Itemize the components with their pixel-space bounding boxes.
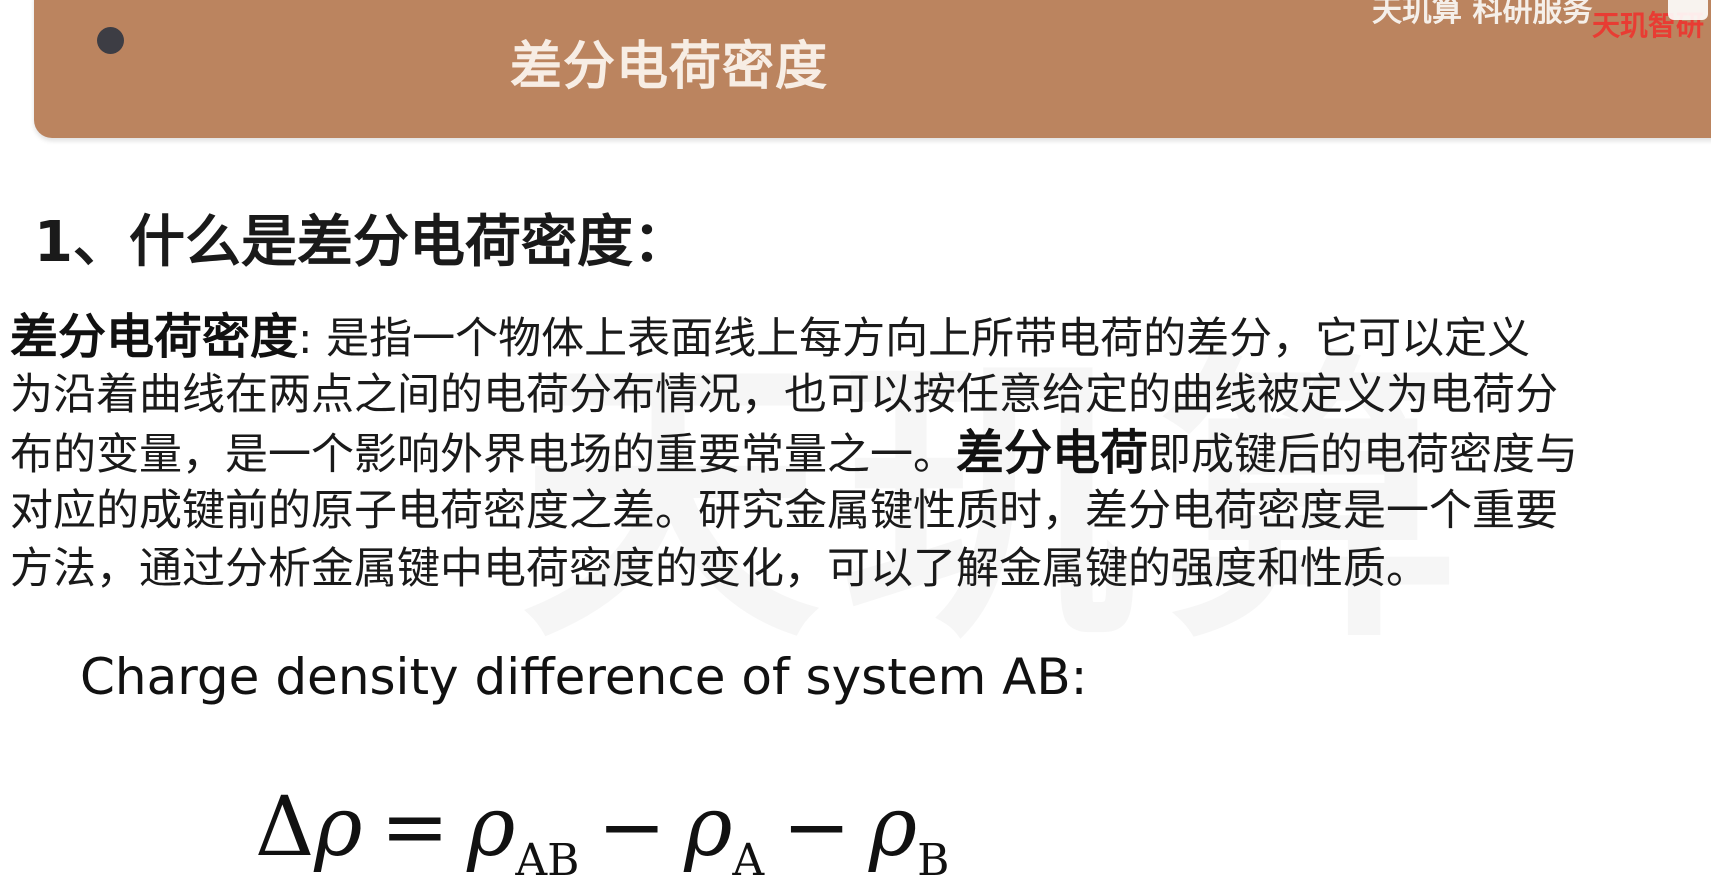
subscript-ab: AB (515, 835, 580, 886)
definition-paragraph: 差分电荷密度: 是指一个物体上表面线上每方向上所带电荷的差分，它可以定义 为沿着… (10, 308, 1710, 598)
watermark-text: 天玑算 科研服务 (1372, 0, 1593, 29)
slide-title: 差分电荷密度 (510, 37, 829, 97)
formula-caption: Charge density difference of system AB: (80, 648, 1088, 706)
term-differential-charge: 差分电荷 (956, 425, 1149, 481)
subscript-b: B (917, 835, 950, 886)
paragraph-line-5: 方法，通过分析金属键中电荷密度的变化，可以了解金属键的强度和性质。 (10, 544, 1429, 594)
rho-symbol: ρ (314, 780, 363, 875)
rho-symbol: ρ (684, 780, 733, 875)
paragraph-line-4: 对应的成键前的原子电荷密度之差。研究金属键性质时，差分电荷密度是一个重要 (10, 486, 1558, 536)
rho-symbol: ρ (467, 780, 516, 875)
subscript-a: A (732, 835, 765, 886)
watermark-logo-icon (1668, 0, 1708, 20)
section-heading: 1、什么是差分电荷密度： (34, 210, 689, 275)
equals-sign: = (380, 780, 450, 875)
paragraph-line-1: 差分电荷密度: 是指一个物体上表面线上每方向上所带电荷的差分，它可以定义 (10, 309, 1531, 365)
bullet-dot (97, 27, 124, 54)
paragraph-line-2: 为沿着曲线在两点之间的电荷分布情况，也可以按任意给定的曲线被定义为电荷分 (10, 370, 1558, 420)
delta-symbol: Δ (255, 780, 315, 875)
paragraph-line-3: 布的变量，是一个影响外界电场的重要常量之一。差分电荷即成键后的电荷密度与 (10, 425, 1579, 481)
minus-sign: − (597, 780, 667, 875)
minus-sign: − (782, 780, 851, 875)
rho-symbol: ρ (868, 780, 918, 875)
charge-density-formula: Δρ = ρAB − ρA − ρB (255, 780, 949, 886)
term-charge-density-difference: 差分电荷密度 (10, 309, 299, 365)
